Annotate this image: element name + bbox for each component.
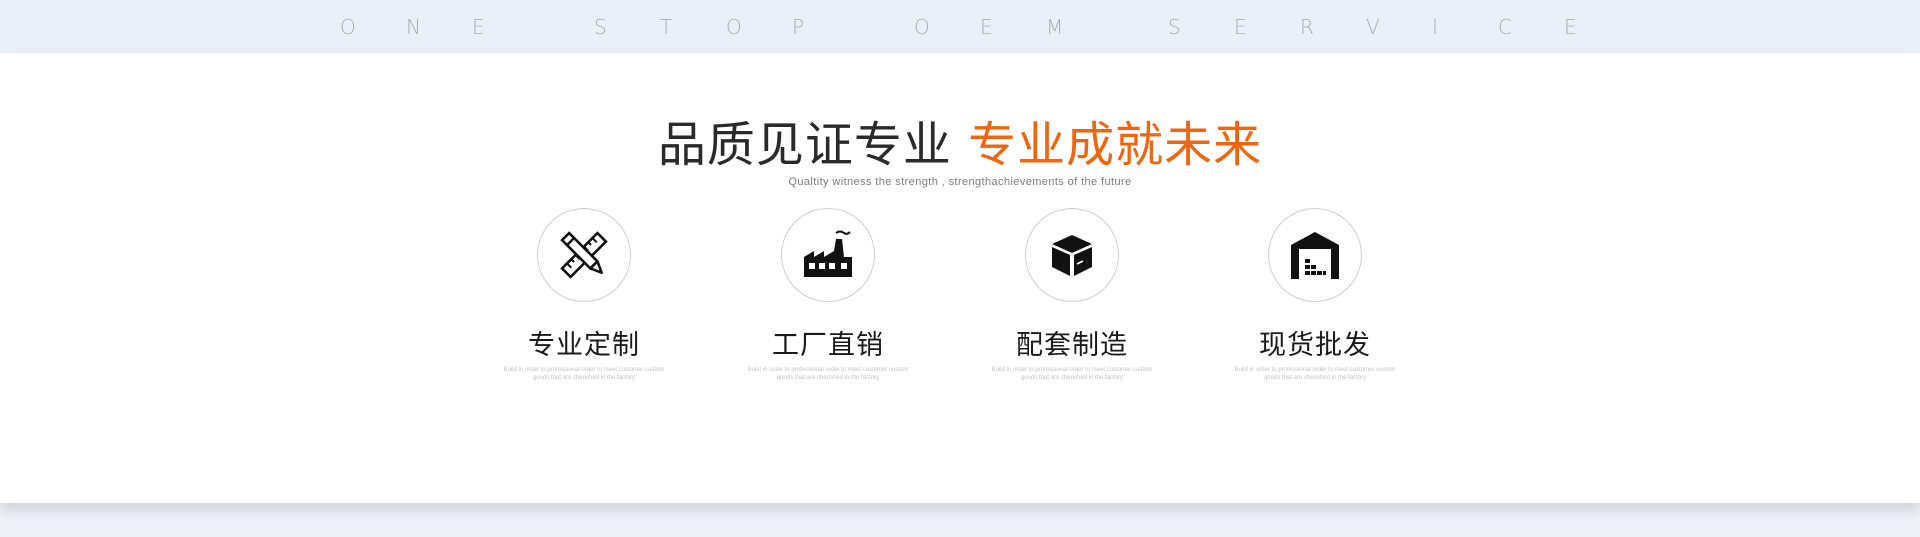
feature-wholesale[interactable]: 现货批发 Build in order to professional orde… [1225,208,1405,382]
feature-title: 专业定制 [528,330,640,361]
tagline-letter: R [1300,15,1314,39]
tagline-letter: E [472,15,485,39]
feature-desc: Build in order to professional order to … [503,367,665,381]
feature-custom[interactable]: 专业定制 Build in order to professional orde… [494,208,674,382]
feature-desc: Build in order to professional order to … [747,367,909,381]
section-title-accent: 专业成就未来 [968,117,1263,173]
tagline-letter: C [1498,15,1512,39]
feature-icon-circle [1268,208,1362,302]
feature-icon-circle [781,208,875,302]
feature-title: 现货批发 [1259,330,1371,361]
tagline-letter: P [792,15,805,39]
section-title-main: 品质见证专业 [657,117,952,173]
factory-icon [804,230,852,277]
tagline-letter: O [726,15,742,39]
tagline-letter: E [1564,15,1577,39]
feature-desc: Build in order to professional order to … [1234,367,1396,381]
tagline-letter: N [406,15,421,39]
feature-icon-circle [537,208,631,302]
tagline-letter: I [1432,15,1438,39]
box-icon [1052,235,1092,276]
feature-matching[interactable]: 配套制造 Build in order to professional orde… [982,208,1162,382]
feature-desc: Build in order to professional order to … [991,367,1153,381]
tagline-letter: S [594,15,607,39]
tagline: O N E S T O P O E M S E R V I C E [340,12,1630,42]
top-band: O N E S T O P O E M S E R V I C E [0,0,1920,53]
pencil-ruler-icon [560,231,608,279]
tagline-letter: O [914,15,930,39]
feature-card: 品质见证专业 专业成就未来 Qualtity witness the stren… [0,53,1920,503]
feature-factory[interactable]: 工厂直销 Build in order to professional orde… [738,208,918,382]
feature-title: 工厂直销 [772,330,884,361]
tagline-letter: V [1366,15,1380,39]
feature-icon-circle [1025,208,1119,302]
tagline-letter: S [1168,15,1181,39]
section-subtitle: Qualtity witness the strength , strength… [788,176,1132,188]
tagline-letter: O [340,15,356,39]
warehouse-icon [1291,232,1339,279]
tagline-letter: E [980,15,993,39]
tagline-letter: T [660,15,673,39]
feature-title: 配套制造 [1016,330,1128,361]
tagline-letter: E [1234,15,1247,39]
tagline-letter: M [1046,15,1064,39]
section-title: 品质见证专业 专业成就未来 [0,115,1920,175]
